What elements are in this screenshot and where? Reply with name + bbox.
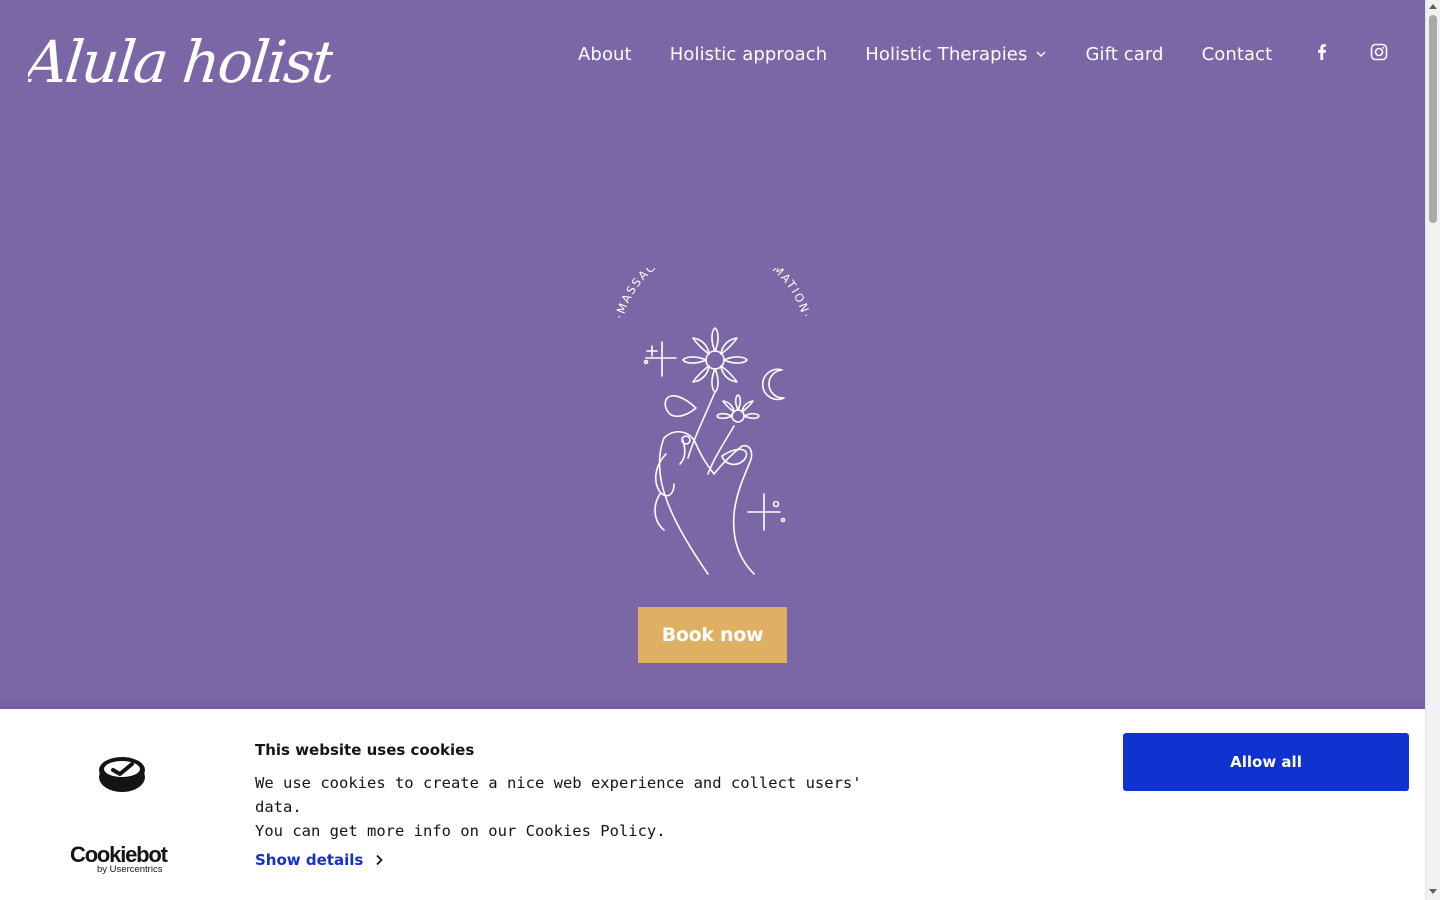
book-now-button[interactable]: Book now <box>638 607 787 663</box>
svg-text:Alula holistic: Alula holistic <box>28 28 333 96</box>
instagram-icon[interactable] <box>1369 42 1389 62</box>
facebook-icon[interactable] <box>1312 42 1332 62</box>
nav-link-about[interactable]: About <box>578 44 632 65</box>
cookie-banner: Cookiebot by Usercentrics This website u… <box>0 709 1425 900</box>
svg-text:·MASSAGE FOR TRANSFORMATION·: ·MASSAGE FOR TRANSFORMATION· <box>612 268 814 321</box>
allow-all-button[interactable]: Allow all <box>1123 733 1409 791</box>
page-scrollbar[interactable] <box>1425 0 1440 900</box>
main-nav: About Holistic approach Holistic Therapi… <box>578 40 1310 68</box>
nav-item-holistic-therapies[interactable]: Holistic Therapies <box>865 44 1047 65</box>
nav-item-about[interactable]: About <box>578 44 632 65</box>
scroll-up-arrow-icon[interactable] <box>1429 4 1437 9</box>
emblem-arc-text: ·MASSAGE FOR TRANSFORMATION· <box>612 268 812 321</box>
cookie-description: We use cookies to create a nice web expe… <box>255 771 875 843</box>
nav-link-contact[interactable]: Contact <box>1202 44 1273 65</box>
nav-item-holistic-approach[interactable]: Holistic approach <box>670 44 828 65</box>
scrollbar-thumb[interactable] <box>1429 15 1437 223</box>
cookie-description-line-1: We use cookies to create a nice web expe… <box>255 774 862 816</box>
nav-link-gift-card[interactable]: Gift card <box>1085 44 1163 65</box>
nav-link-holistic-therapies[interactable]: Holistic Therapies <box>865 44 1027 65</box>
chevron-right-icon <box>376 854 384 866</box>
nav-link-holistic-approach[interactable]: Holistic approach <box>670 44 828 65</box>
chevron-down-icon[interactable] <box>1035 48 1047 60</box>
show-details-label[interactable]: Show details <box>255 851 363 869</box>
scroll-down-arrow-icon[interactable] <box>1429 889 1437 894</box>
cookiebot-icon <box>99 757 145 792</box>
cookie-description-line-2: You can get more info on our Cookies Pol… <box>255 822 666 840</box>
site-logo[interactable]: Alula holistic <box>28 20 333 100</box>
cookiebot-logo: Cookiebot by Usercentrics <box>70 843 174 876</box>
nav-item-gift-card[interactable]: Gift card <box>1085 44 1163 65</box>
nav-item-contact[interactable]: Contact <box>1202 44 1273 65</box>
massage-emblem-illustration: ·MASSAGE FOR TRANSFORMATION· <box>612 268 814 575</box>
cookie-title: This website uses cookies <box>255 741 475 759</box>
show-details-link[interactable]: Show details <box>255 851 384 869</box>
cookiebot-brand-by: by Usercentrics <box>97 864 163 875</box>
